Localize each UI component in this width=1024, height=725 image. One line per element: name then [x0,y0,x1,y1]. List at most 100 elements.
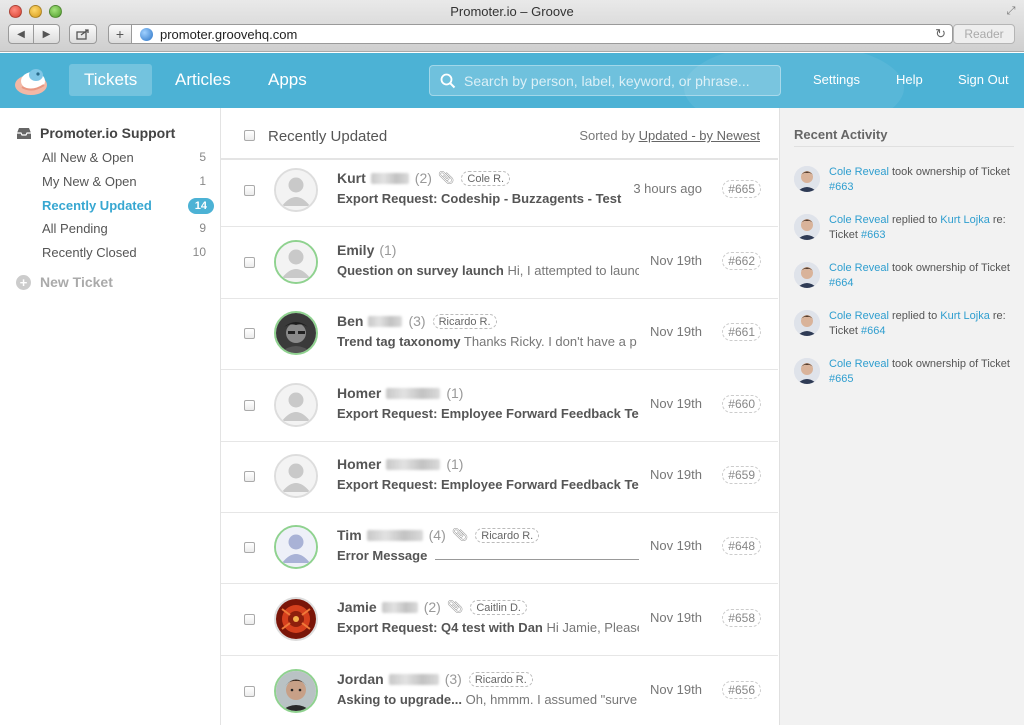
ticket-preview: Hi Jamie, Please [546,620,640,635]
avatar [274,669,318,713]
ticket-subject: Question on survey launch [337,263,504,278]
ticket-row[interactable]: Jordan (3) Ricardo R. Asking to upgrade.… [221,656,778,725]
activity-ticket-link[interactable]: #665 [829,373,853,385]
ticket-subject: Export Request: Employee Forward Feedbac… [337,477,639,492]
folder-label: My New & Open [42,174,137,189]
message-count: (1) [446,385,464,401]
ticket-date: Nov 19th [649,324,702,339]
groove-logo-icon[interactable] [14,63,50,97]
sidebar-item-recently-closed[interactable]: Recently Closed 10 [42,245,206,260]
ticket-id-badge: #658 [722,609,761,627]
new-ticket-label: New Ticket [40,274,113,290]
folder-count: 1 [199,174,206,188]
assignee-tag[interactable]: Caitlin D. [470,599,527,615]
activity-agent-link[interactable]: Cole Reveal [829,214,889,226]
reader-button[interactable]: Reader [953,24,1015,44]
ticket-checkbox[interactable] [244,257,255,268]
customer-photo-icon [276,599,316,639]
redacted-last-name [381,601,418,613]
inbox-icon [17,127,31,139]
activity-customer-link[interactable]: Kurt Lojka [940,214,990,226]
reload-icon[interactable]: ↻ [935,26,946,42]
ticket-id-badge: #659 [722,466,761,484]
sidebar-item-all-new-open[interactable]: All New & Open 5 [42,150,206,165]
redacted-last-name [386,387,441,399]
sort-prefix: Sorted by [579,128,635,143]
help-link[interactable]: Help [896,72,923,87]
select-all-checkbox[interactable] [244,130,255,141]
ticket-row[interactable]: Homer (1) Export Request: Employee Forwa… [221,370,778,442]
assignee-tag[interactable]: Ricardo R. [468,671,533,687]
list-title: Recently Updated [268,128,388,145]
activity-agent-link[interactable]: Cole Reveal [829,262,889,274]
settings-link[interactable]: Settings [813,72,860,87]
ticket-checkbox[interactable] [244,400,255,411]
ticket-checkbox[interactable] [244,471,255,482]
ticket-date: Nov 19th [649,682,702,697]
activity-ticket-link[interactable]: #663 [829,181,853,193]
ticket-checkbox[interactable] [244,185,255,196]
fullscreen-icon[interactable]: ⤢ [1004,4,1018,18]
paperclip-icon: 📎︎ [451,527,469,542]
ticket-id-badge: #661 [722,323,761,341]
ticket-row[interactable]: Kurt (2) 📎︎ Cole R. Export Request: Code… [221,155,778,227]
agent-photo-icon [794,262,820,288]
ticket-checkbox[interactable] [244,614,255,625]
activity-ticket-link[interactable]: #664 [829,277,853,289]
ticket-row[interactable]: Ben (3) Ricardo R. Trend tag taxonomy Th… [221,298,778,370]
mailbox-header[interactable]: Promoter.io Support [16,125,175,141]
assignee-tag[interactable]: Cole R. [461,170,511,186]
sidebar-item-all-pending[interactable]: All Pending 9 [42,221,206,236]
agent-avatar [794,214,820,240]
message-count: (2) [423,599,441,615]
folder-count: 9 [199,221,206,235]
agent-photo-icon [794,214,820,240]
address-bar[interactable]: promoter.groovehq.com ↻ [131,24,953,44]
default-avatar-icon [276,242,316,282]
search-input[interactable] [464,72,764,89]
sidebar-item-recently-updated[interactable]: Recently Updated 14 [42,198,214,214]
redacted-preview [434,550,639,560]
activity-agent-link[interactable]: Cole Reveal [829,166,889,178]
ticket-subject: Export Request: Q4 test with Dan [337,620,543,635]
nav-tab-articles[interactable]: Articles [160,64,246,96]
share-button[interactable] [69,24,97,44]
folder-count: 5 [199,150,206,164]
history-buttons: ◀ ▶ [8,24,60,44]
ticket-checkbox[interactable] [244,542,255,553]
activity-agent-link[interactable]: Cole Reveal [829,310,889,322]
agent-avatar [794,262,820,288]
activity-ticket-link[interactable]: #664 [861,325,885,337]
ticket-row[interactable]: Emily (1) Question on survey launch Hi, … [221,227,778,299]
new-ticket-button[interactable]: + New Ticket [16,274,113,290]
back-button[interactable]: ◀ [8,24,34,44]
activity-ticket-link[interactable]: #663 [861,229,885,241]
mailbox-name: Promoter.io Support [40,125,176,141]
sign-out-link[interactable]: Sign Out [958,72,1009,87]
add-tab-button[interactable]: + [108,24,132,44]
message-count: (3) [444,671,462,687]
folder-label: All New & Open [42,150,134,165]
message-count: (2) [414,170,432,186]
nav-tab-tickets[interactable]: Tickets [69,64,153,96]
activity-agent-link[interactable]: Cole Reveal [829,358,889,370]
assignee-tag[interactable]: Ricardo R. [475,527,540,543]
message-count: (4) [428,527,446,543]
ticket-preview: Hi, I attempted to launch [507,263,640,278]
sidebar-item-my-new-open[interactable]: My New & Open 1 [42,174,206,189]
ticket-row[interactable]: Homer (1) Export Request: Employee Forwa… [221,441,778,513]
ticket-customer: Tim (4) 📎︎ Ricardo R. [337,527,540,543]
ticket-checkbox[interactable] [244,328,255,339]
ticket-row[interactable]: Jamie (2) 📎︎ Caitlin D. Export Request: … [221,584,778,656]
activity-customer-link[interactable]: Kurt Lojka [940,310,990,322]
ticket-subject-line: Export Request: Codeship - Buzzagents - … [337,191,639,206]
ticket-subject: Asking to upgrade... [337,692,462,707]
forward-button[interactable]: ▶ [34,24,60,44]
nav-tab-apps[interactable]: Apps [253,64,322,96]
avatar [274,454,318,498]
ticket-row[interactable]: Tim (4) 📎︎ Ricardo R. Error Message Nov … [221,512,778,584]
ticket-subject-line: Trend tag taxonomy Thanks Ricky. I don't… [337,334,639,349]
assignee-tag[interactable]: Ricardo R. [432,313,497,329]
ticket-checkbox[interactable] [244,686,255,697]
sort-dropdown[interactable]: Updated - by Newest [639,128,760,143]
